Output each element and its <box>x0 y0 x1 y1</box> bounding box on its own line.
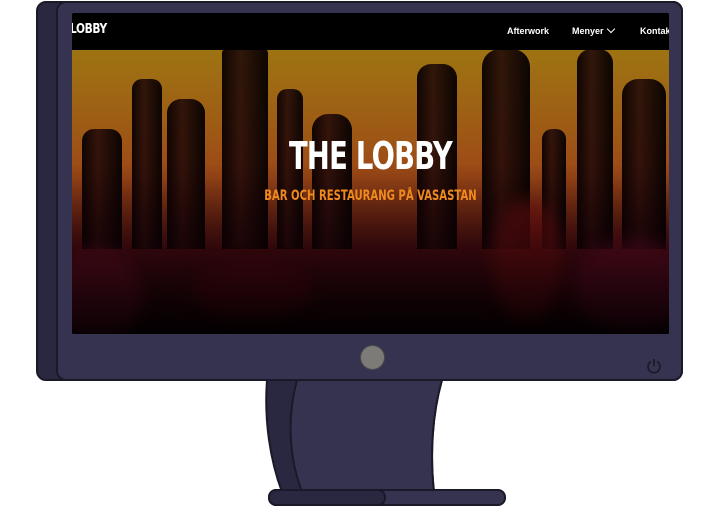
nav-link-afterwork[interactable]: Afterwork <box>507 26 549 36</box>
site-navbar: LOBBY Afterwork Menyer Kontakt <box>72 13 669 50</box>
monitor-stand-base-shadow <box>268 489 386 506</box>
site-logo[interactable]: LOBBY <box>72 22 107 37</box>
nav-link-menyer[interactable]: Menyer <box>572 24 615 36</box>
hero-subtitle: BAR OCH RESTAURANG PÅ VASASTAN <box>264 188 477 204</box>
nav-link-kontakt[interactable]: Kontakt <box>640 26 669 36</box>
chevron-down-icon <box>606 24 615 34</box>
power-icon[interactable] <box>645 357 663 375</box>
monitor-stand-neck <box>265 380 444 493</box>
monitor-screen: LOBBY Afterwork Menyer Kontakt THE LOBBY… <box>72 13 669 334</box>
hero-title: THE LOBBY <box>288 134 453 178</box>
nav-link-menyer-label: Menyer <box>572 26 604 36</box>
monitor-home-button[interactable] <box>360 345 385 370</box>
